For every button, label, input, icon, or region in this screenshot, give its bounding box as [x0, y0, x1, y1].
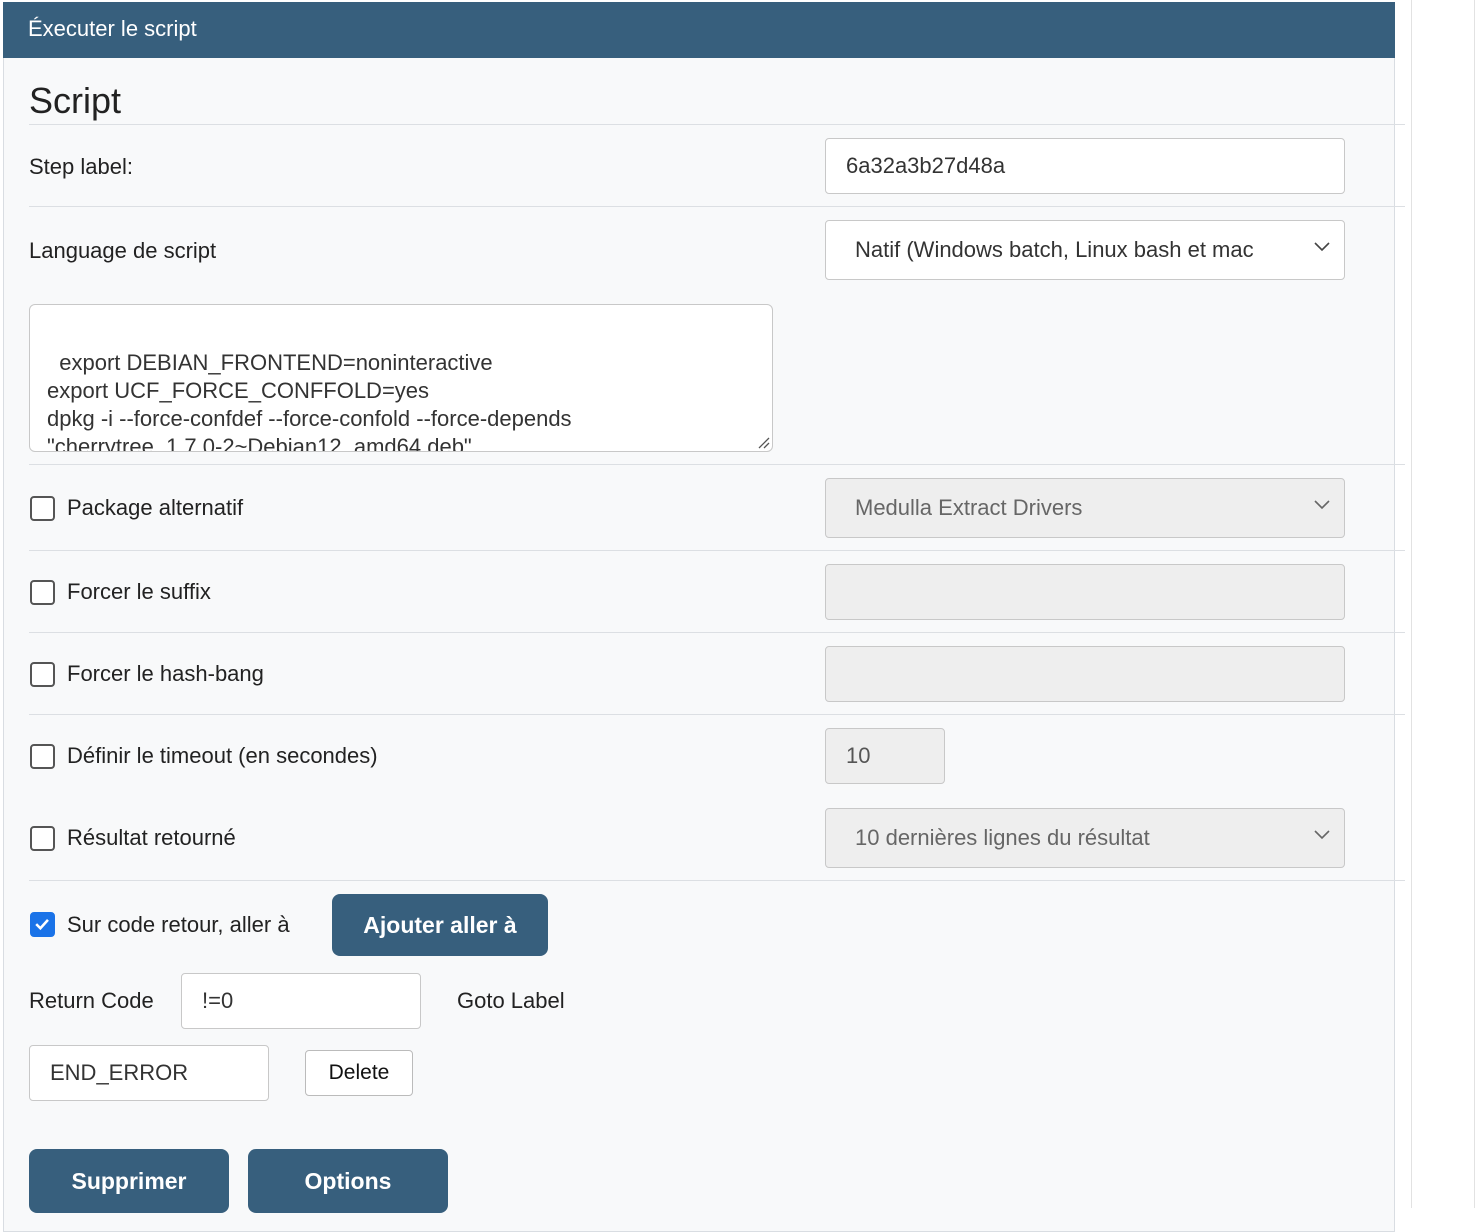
options-button[interactable]: Options — [248, 1149, 448, 1213]
panel-header: Éxecuter le script — [3, 2, 1395, 58]
add-goto-button[interactable]: Ajouter aller à — [332, 894, 548, 956]
script-language-value: Natif (Windows batch, Linux bash et mac — [855, 237, 1254, 262]
goto-label-label: Goto Label — [457, 988, 565, 1013]
divider — [29, 550, 1405, 551]
delete-step-button[interactable]: Supprimer — [29, 1149, 229, 1213]
package-alt-value: Medulla Extract Drivers — [855, 495, 1083, 520]
divider — [29, 206, 1405, 207]
script-content: export DEBIAN_FRONTEND=noninteractive ex… — [47, 350, 572, 452]
delete-goto-button[interactable]: Delete — [305, 1050, 413, 1096]
divider — [29, 714, 1405, 715]
divider — [1474, 0, 1475, 1208]
section-title: Script — [29, 80, 122, 121]
timeout-input[interactable] — [825, 728, 945, 784]
return-code-label: Return Code — [29, 988, 154, 1013]
chevron-down-icon — [1314, 500, 1330, 510]
divider — [29, 632, 1405, 633]
chevron-down-icon — [1314, 830, 1330, 840]
goto-checkbox[interactable] — [30, 912, 55, 937]
result-checkbox[interactable] — [30, 826, 55, 851]
divider — [29, 464, 1405, 465]
divider — [1411, 0, 1412, 1208]
panel-title: Éxecuter le script — [28, 16, 197, 41]
goto-label-input[interactable] — [29, 1045, 269, 1101]
script-language-select[interactable]: Natif (Windows batch, Linux bash et mac — [825, 220, 1345, 280]
suffix-input[interactable] — [825, 564, 1345, 620]
script-language-label: Language de script — [29, 238, 217, 263]
suffix-checkbox[interactable] — [30, 580, 55, 605]
hashbang-checkbox[interactable] — [30, 662, 55, 687]
resize-handle-icon[interactable] — [756, 435, 770, 449]
result-select[interactable]: 10 dernières lignes du résultat — [825, 808, 1345, 868]
package-alt-label: Package alternatif — [67, 495, 244, 520]
hashbang-label: Forcer le hash-bang — [67, 661, 264, 686]
package-alt-select[interactable]: Medulla Extract Drivers — [825, 478, 1345, 538]
goto-label: Sur code retour, aller à — [67, 912, 290, 937]
package-alt-checkbox[interactable] — [30, 496, 55, 521]
timeout-label: Définir le timeout (en secondes) — [67, 743, 378, 768]
hashbang-input[interactable] — [825, 646, 1345, 702]
step-label-label: Step label: — [29, 154, 133, 179]
timeout-checkbox[interactable] — [30, 744, 55, 769]
return-code-input[interactable] — [181, 973, 421, 1029]
checkmark-icon — [35, 919, 49, 931]
divider — [29, 124, 1405, 125]
chevron-down-icon — [1314, 242, 1330, 252]
divider — [29, 880, 1405, 881]
script-textarea[interactable]: export DEBIAN_FRONTEND=noninteractive ex… — [29, 304, 773, 452]
result-label: Résultat retourné — [67, 825, 236, 850]
suffix-label: Forcer le suffix — [67, 579, 211, 604]
step-label-input[interactable] — [825, 138, 1345, 194]
result-value: 10 dernières lignes du résultat — [855, 825, 1150, 850]
